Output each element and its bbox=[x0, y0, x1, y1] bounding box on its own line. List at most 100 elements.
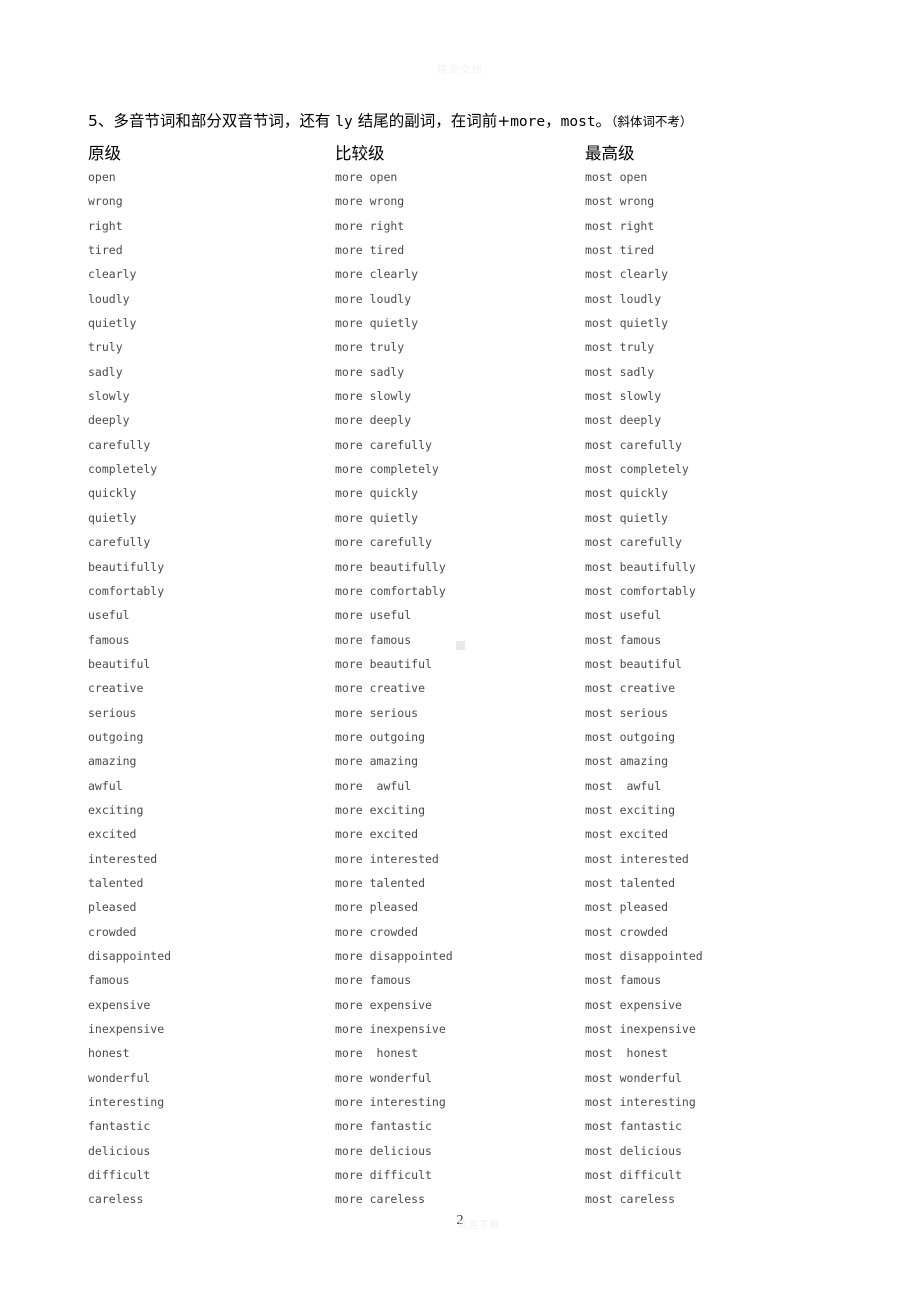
rule-more-token: more bbox=[510, 114, 546, 130]
cell-positive: serious bbox=[88, 705, 137, 720]
table-row: awful more awful most awful bbox=[88, 779, 858, 803]
cell-superlative: most famous bbox=[585, 973, 662, 988]
cell-comparative: more wrong bbox=[335, 194, 405, 209]
table-row: excited more excited most excited bbox=[88, 827, 858, 851]
rule-prefix-text: 5、多音节词和部分双音节词，还有 bbox=[88, 112, 336, 130]
cell-positive: quietly bbox=[88, 316, 137, 331]
table-row: delicious more delicious most delicious bbox=[88, 1144, 858, 1168]
table-row: quietly more quietly most quietly bbox=[88, 511, 858, 535]
cell-superlative: most sadly bbox=[585, 364, 655, 379]
cell-positive: completely bbox=[88, 462, 158, 477]
table-row: inexpensive more inexpensive most inexpens… bbox=[88, 1022, 858, 1046]
cell-superlative: most slowly bbox=[585, 389, 662, 404]
table-row: outgoing more outgoing most outgoing bbox=[88, 730, 858, 754]
cell-comparative: more quietly bbox=[335, 316, 419, 331]
cell-positive: useful bbox=[88, 608, 130, 623]
cell-positive: exciting bbox=[88, 802, 144, 817]
cell-positive: famous bbox=[88, 632, 130, 647]
rule-ly-token: ly bbox=[335, 114, 353, 130]
table-row: talented more talented most talented bbox=[88, 876, 858, 900]
cell-positive: honest bbox=[88, 1046, 130, 1061]
cell-comparative: more famous bbox=[335, 973, 412, 988]
table-row: creative more creative most creative bbox=[88, 681, 858, 705]
cell-superlative: most careless bbox=[585, 1192, 676, 1207]
cell-comparative: more right bbox=[335, 218, 405, 233]
cell-superlative: most right bbox=[585, 218, 655, 233]
cell-positive: deeply bbox=[88, 413, 130, 428]
cell-comparative: more awful bbox=[335, 778, 412, 793]
table-row: comfortably more comfortably most comforta… bbox=[88, 584, 858, 608]
cell-superlative: most beautifully bbox=[585, 559, 696, 574]
cell-positive: loudly bbox=[88, 291, 130, 306]
cell-positive: beautifully bbox=[88, 559, 165, 574]
table-row: famous more famous most famous bbox=[88, 973, 858, 997]
rule-heading: 5、多音节词和部分双音节词，还有 ly 结尾的副词，在词前+more，most。… bbox=[88, 110, 848, 133]
cell-positive: interested bbox=[88, 851, 158, 866]
cell-positive: amazing bbox=[88, 754, 137, 769]
table-row: wonderful more wonderful most wonderful bbox=[88, 1071, 858, 1095]
table-row: loudly more loudly most loudly bbox=[88, 292, 858, 316]
table-row: pleased more pleased most pleased bbox=[88, 900, 858, 924]
table-row: right more right most right bbox=[88, 219, 858, 243]
cell-comparative: more creative bbox=[335, 681, 426, 696]
table-row: tired more tired most tired bbox=[88, 243, 858, 267]
cell-comparative: more quickly bbox=[335, 486, 419, 501]
cell-comparative: more comfortably bbox=[335, 583, 446, 598]
rule-period: 。 bbox=[595, 112, 612, 130]
rule-most-token: most bbox=[560, 114, 596, 130]
cell-positive: beautiful bbox=[88, 656, 151, 671]
word-forms-table: open more open most open wrong more wrong mos… bbox=[88, 170, 858, 1217]
cell-positive: tired bbox=[88, 243, 123, 258]
cell-superlative: most serious bbox=[585, 705, 669, 720]
cell-comparative: more carefully bbox=[335, 437, 432, 452]
table-row: slowly more slowly most slowly bbox=[88, 389, 858, 413]
cell-positive: disappointed bbox=[88, 949, 172, 963]
cell-comparative: more open bbox=[335, 170, 398, 184]
cell-comparative: more beautifully bbox=[335, 559, 446, 574]
cell-positive: pleased bbox=[88, 900, 137, 915]
table-row: completely more completely most completely bbox=[88, 462, 858, 486]
cell-positive: difficult bbox=[88, 1168, 151, 1183]
rule-comma: ， bbox=[545, 112, 561, 130]
cell-superlative: most excited bbox=[585, 827, 669, 842]
cell-comparative: more interested bbox=[335, 851, 439, 866]
cell-superlative: most creative bbox=[585, 681, 676, 696]
cell-superlative: most completely bbox=[585, 462, 689, 477]
cell-positive: comfortably bbox=[88, 583, 165, 598]
cell-positive: sadly bbox=[88, 364, 123, 379]
table-row: honest more honest most honest bbox=[88, 1046, 858, 1070]
cell-positive: slowly bbox=[88, 389, 130, 404]
table-row: difficult more difficult most difficult bbox=[88, 1168, 858, 1192]
table-row: interested more interested most interested bbox=[88, 852, 858, 876]
table-row: truly more truly most truly bbox=[88, 340, 858, 364]
cell-positive: famous bbox=[88, 973, 130, 988]
table-row: wrong more wrong most wrong bbox=[88, 194, 858, 218]
cell-positive: quietly bbox=[88, 510, 137, 525]
cell-comparative: more honest bbox=[335, 1046, 419, 1061]
cell-comparative: more interesting bbox=[335, 1095, 446, 1110]
cell-positive: awful bbox=[88, 778, 123, 793]
table-row: quietly more quietly most quietly bbox=[88, 316, 858, 340]
cell-superlative: most honest bbox=[585, 1046, 669, 1061]
cell-positive: delicious bbox=[88, 1143, 151, 1158]
cell-superlative: most truly bbox=[585, 340, 655, 355]
cell-comparative: more delicious bbox=[335, 1143, 432, 1158]
cell-superlative: most outgoing bbox=[585, 729, 676, 744]
cell-positive: crowded bbox=[88, 924, 137, 939]
watermark-bottom: 欢迎下载 bbox=[458, 1220, 501, 1231]
cell-comparative: more slowly bbox=[335, 389, 412, 404]
cell-positive: clearly bbox=[88, 267, 137, 282]
cell-positive: fantastic bbox=[88, 1119, 151, 1134]
cell-superlative: most useful bbox=[585, 608, 662, 623]
table-row: carefully more carefully most carefully bbox=[88, 535, 858, 559]
cell-comparative: more fantastic bbox=[335, 1119, 432, 1134]
cell-superlative: most difficult bbox=[585, 1168, 682, 1183]
cell-positive: right bbox=[88, 218, 123, 233]
column-header-superlative: 最高级 bbox=[585, 144, 635, 163]
cell-comparative: more exciting bbox=[335, 802, 426, 817]
cell-comparative: more tired bbox=[335, 243, 405, 258]
cell-superlative: most famous bbox=[585, 632, 662, 647]
cell-positive: open bbox=[88, 170, 116, 184]
cell-positive: truly bbox=[88, 340, 123, 355]
table-row: useful more useful most useful bbox=[88, 608, 858, 632]
